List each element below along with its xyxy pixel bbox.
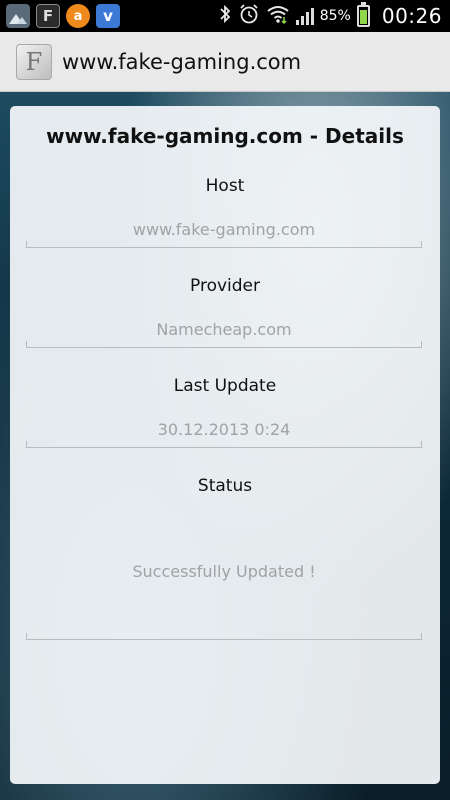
alarm-icon xyxy=(238,3,260,30)
last-update-label: Last Update xyxy=(173,376,277,396)
f-app-icon: F xyxy=(36,4,60,28)
battery-icon xyxy=(356,2,370,27)
host-field[interactable]: www.fake-gaming.com xyxy=(26,212,422,248)
provider-label: Provider xyxy=(190,276,260,296)
notification-icons: F a v xyxy=(6,4,120,28)
provider-field[interactable]: Namecheap.com xyxy=(26,312,422,348)
last-update-field[interactable]: 30.12.2013 0:24 xyxy=(26,412,422,448)
status-bar: F a v 85% 00:26 xyxy=(0,0,450,32)
details-card: www.fake-gaming.com - Details Host www.f… xyxy=(10,106,440,784)
status-field[interactable]: Successfully Updated ! xyxy=(26,504,422,640)
signal-icon xyxy=(295,7,314,25)
bluetooth-icon xyxy=(218,4,232,29)
app-title: www.fake-gaming.com xyxy=(62,49,302,74)
wifi-icon xyxy=(266,4,290,29)
gallery-icon xyxy=(6,4,30,28)
status-label: Status xyxy=(197,476,253,496)
v-app-icon: v xyxy=(96,4,120,28)
app-logo-icon[interactable]: F xyxy=(16,43,52,80)
details-title: www.fake-gaming.com - Details xyxy=(46,124,404,148)
battery-percent: 85% xyxy=(319,8,351,24)
action-bar: F www.fake-gaming.com xyxy=(0,32,450,92)
avast-icon: a xyxy=(66,4,90,28)
clock: 00:26 xyxy=(381,4,442,28)
host-label: Host xyxy=(205,176,245,196)
system-icons: 85% 00:26 xyxy=(218,2,442,30)
